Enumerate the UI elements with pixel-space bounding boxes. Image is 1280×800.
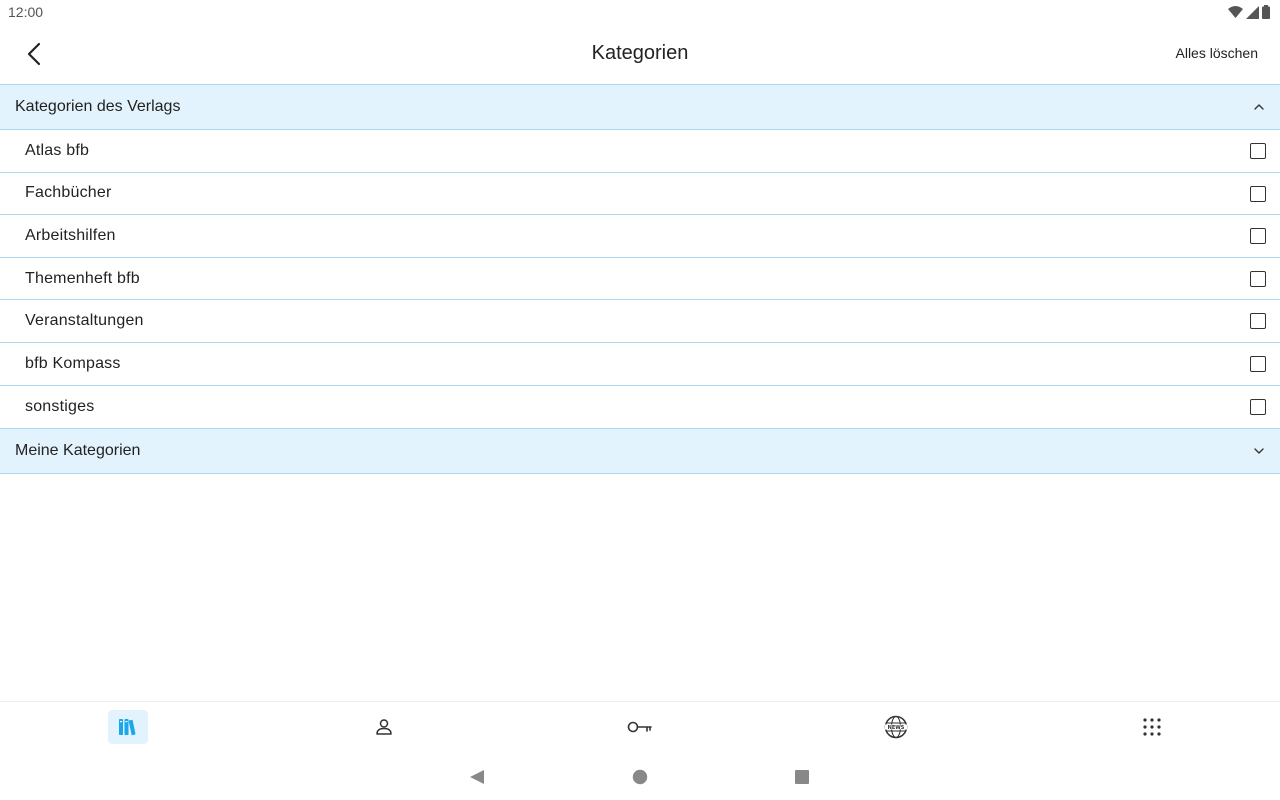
chevron-down-icon bbox=[1254, 448, 1264, 454]
svg-text:NEWS: NEWS bbox=[888, 725, 905, 731]
globe-news-icon: NEWS bbox=[884, 715, 908, 739]
wifi-icon bbox=[1228, 5, 1243, 18]
battery-icon bbox=[1262, 5, 1270, 19]
nav-item-more[interactable] bbox=[1132, 710, 1172, 744]
status-time: 12:00 bbox=[8, 4, 44, 20]
nav-item-profile[interactable] bbox=[364, 710, 404, 744]
category-row-arbeitshilfen[interactable]: Arbeitshilfen bbox=[0, 215, 1280, 258]
category-checkbox[interactable] bbox=[1250, 270, 1266, 287]
signal-icon bbox=[1246, 5, 1259, 19]
system-home-button[interactable] bbox=[630, 767, 650, 787]
nav-item-access[interactable] bbox=[620, 710, 660, 744]
section-title: Kategorien des Verlags bbox=[15, 98, 181, 115]
page-title: Kategorien bbox=[591, 42, 689, 64]
chevron-up-icon bbox=[1254, 104, 1264, 110]
triangle-back-icon bbox=[470, 770, 484, 784]
category-label: Atlas bfb bbox=[25, 141, 90, 159]
nav-item-news[interactable]: NEWS bbox=[876, 710, 916, 744]
category-label: Fachbücher bbox=[25, 184, 112, 202]
square-recents-icon bbox=[795, 770, 809, 784]
category-row-sonstiges[interactable]: sonstiges bbox=[0, 386, 1280, 429]
bottom-navigation: NEWS bbox=[0, 701, 1280, 753]
apps-grid-icon bbox=[1143, 718, 1161, 736]
category-checkbox[interactable] bbox=[1250, 313, 1266, 330]
category-row-atlas-bfb[interactable]: Atlas bfb bbox=[0, 130, 1280, 173]
nav-item-library[interactable] bbox=[108, 710, 148, 744]
back-button[interactable] bbox=[14, 36, 54, 72]
section-header-publisher-categories[interactable]: Kategorien des Verlags bbox=[0, 84, 1280, 130]
circle-home-icon bbox=[632, 769, 648, 785]
category-checkbox[interactable] bbox=[1250, 143, 1266, 159]
category-list: Atlas bfb Fachbücher Arbeitshilfen Theme… bbox=[0, 130, 1280, 428]
section-header-my-categories[interactable]: Meine Kategorien bbox=[0, 428, 1280, 474]
library-books-icon bbox=[119, 719, 136, 736]
category-row-bfb-kompass[interactable]: bfb Kompass bbox=[0, 343, 1280, 386]
category-label: Themenheft bfb bbox=[25, 269, 140, 287]
key-icon bbox=[627, 721, 652, 733]
clear-all-button[interactable]: Alles löschen bbox=[1176, 45, 1259, 61]
system-navigation-bar bbox=[0, 753, 1280, 800]
person-icon bbox=[376, 719, 392, 735]
app-bar: Kategorien Alles löschen bbox=[0, 24, 1280, 84]
category-checkbox[interactable] bbox=[1250, 228, 1266, 245]
category-row-fachbuecher[interactable]: Fachbücher bbox=[0, 173, 1280, 216]
category-row-veranstaltungen[interactable]: Veranstaltungen bbox=[0, 300, 1280, 343]
category-checkbox[interactable] bbox=[1250, 355, 1266, 372]
category-row-themenheft-bfb[interactable]: Themenheft bfb bbox=[0, 258, 1280, 301]
category-checkbox[interactable] bbox=[1250, 398, 1266, 415]
system-recents-button[interactable] bbox=[792, 767, 812, 787]
category-label: sonstiges bbox=[25, 397, 95, 415]
arrow-back-icon bbox=[27, 42, 41, 66]
system-back-button[interactable] bbox=[467, 767, 487, 787]
status-icons bbox=[1228, 5, 1270, 19]
category-label: Arbeitshilfen bbox=[25, 226, 116, 244]
category-checkbox[interactable] bbox=[1250, 185, 1266, 202]
category-label: Veranstaltungen bbox=[25, 312, 144, 330]
category-label: bfb Kompass bbox=[25, 354, 121, 372]
status-bar: 12:00 bbox=[0, 0, 1280, 24]
section-title: Meine Kategorien bbox=[15, 442, 141, 459]
